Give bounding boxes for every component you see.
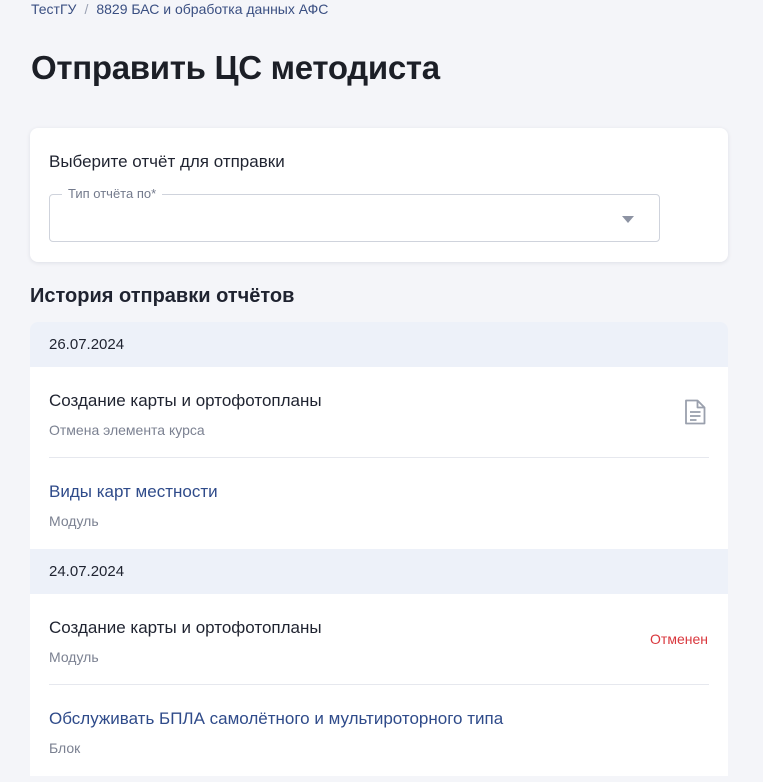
history-date-header: 26.07.2024: [30, 322, 728, 367]
history-item-subtitle: Блок: [49, 740, 81, 756]
report-history-list: 26.07.2024 Создание карты и ортофотоплан…: [30, 322, 728, 776]
history-item: Виды карт местности Модуль: [30, 458, 728, 549]
document-icon[interactable]: [684, 399, 706, 425]
breadcrumb: ТестГУ / 8829 БАС и обработка данных АФС: [31, 1, 328, 17]
breadcrumb-item-course[interactable]: 8829 БАС и обработка данных АФС: [96, 1, 328, 17]
history-item-subtitle: Отмена элемента курса: [49, 422, 205, 438]
history-item-title: Создание карты и ортофотопланы: [49, 618, 322, 637]
history-item-subtitle: Модуль: [49, 513, 99, 529]
page-title: Отправить ЦС методиста: [31, 49, 440, 86]
history-section-title: История отправки отчётов: [30, 285, 295, 307]
status-badge-cancelled: Отменен: [650, 631, 708, 647]
history-item: Создание карты и ортофотопланы Модуль От…: [30, 594, 728, 685]
history-item-subtitle: Модуль: [49, 649, 99, 665]
history-item: Обслуживать БПЛА самолётного и мультирот…: [30, 685, 728, 776]
history-item-link[interactable]: Виды карт местности: [49, 482, 218, 502]
page: ТестГУ / 8829 БАС и обработка данных АФС…: [0, 0, 763, 782]
history-item: Создание карты и ортофотопланы Отмена эл…: [30, 367, 728, 458]
caret-down-icon[interactable]: [622, 216, 634, 223]
breadcrumb-item-root[interactable]: ТестГУ: [31, 1, 76, 17]
report-select-card: Выберите отчёт для отправки Тип отчёта п…: [30, 128, 728, 262]
history-item-link[interactable]: Обслуживать БПЛА самолётного и мультирот…: [49, 709, 503, 729]
report-type-select[interactable]: Тип отчёта по*: [49, 186, 660, 242]
breadcrumb-separator: /: [84, 1, 89, 17]
history-item-title: Создание карты и ортофотопланы: [49, 391, 322, 410]
report-type-select-label: Тип отчёта по*: [62, 186, 163, 201]
report-select-card-title: Выберите отчёт для отправки: [49, 152, 285, 171]
history-date-header: 24.07.2024: [30, 549, 728, 594]
